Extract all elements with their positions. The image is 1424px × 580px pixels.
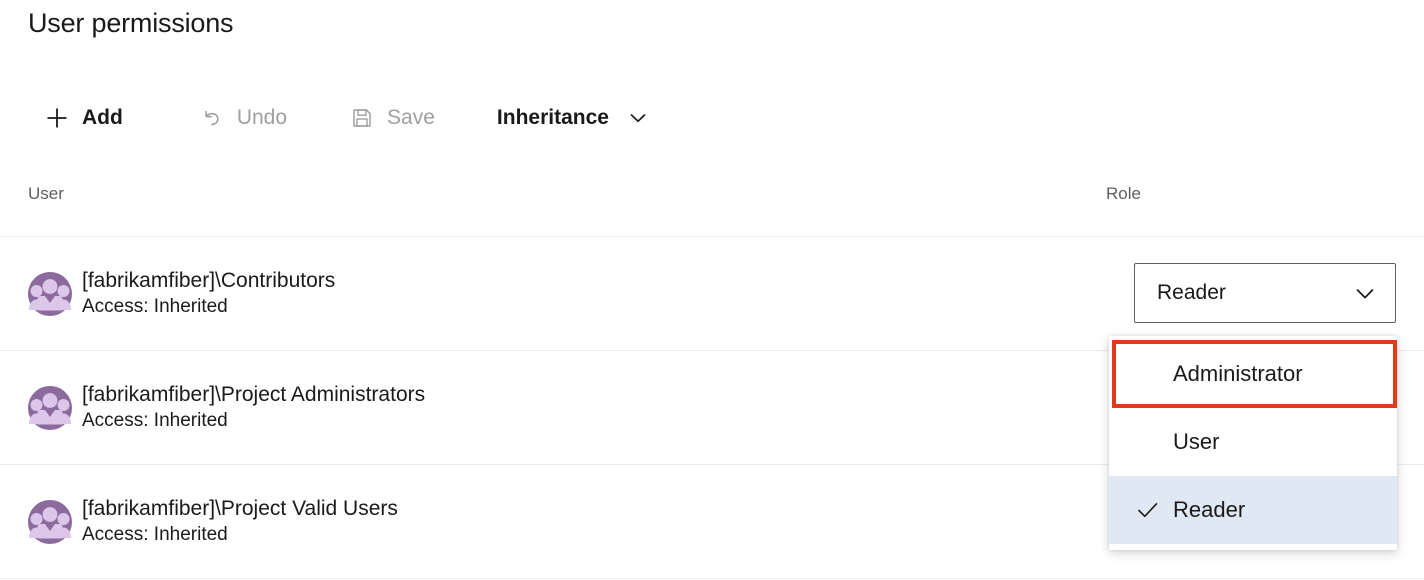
user-text-block: [fabrikamfiber]\Project Administrators A…: [82, 381, 425, 434]
user-access: Access: Inherited: [82, 524, 228, 545]
user-text-block: [fabrikamfiber]\Project Valid Users Acce…: [82, 495, 398, 548]
user-access: Access: Inherited: [82, 410, 228, 431]
table-header-row: User Role: [0, 172, 1424, 236]
undo-button[interactable]: Undo: [199, 96, 287, 140]
save-button-label: Save: [387, 106, 435, 129]
column-header-user: User: [28, 184, 64, 203]
user-name: [fabrikamfiber]\Contributors: [82, 269, 336, 292]
checkmark-icon: [1135, 497, 1173, 523]
dropdown-option-user[interactable]: User: [1109, 408, 1397, 476]
page-title: User permissions: [28, 8, 234, 38]
dropdown-option-label: Administrator: [1173, 361, 1303, 386]
chevron-down-icon: [1353, 281, 1377, 305]
inheritance-menu-button[interactable]: Inheritance: [497, 96, 649, 140]
floppy-disk-icon: [349, 105, 375, 131]
group-avatar-icon: [28, 499, 72, 544]
add-button[interactable]: Add: [44, 96, 123, 140]
save-button[interactable]: Save: [349, 96, 435, 140]
undo-arrow-icon: [199, 105, 225, 131]
user-access: Access: Inherited: [82, 296, 228, 317]
role-dropdown-combobox[interactable]: Reader: [1134, 263, 1396, 323]
command-bar: Add Undo Save Inheritance: [44, 96, 649, 140]
dropdown-option-administrator[interactable]: Administrator: [1109, 340, 1397, 408]
group-avatar-icon: [28, 385, 72, 430]
add-button-label: Add: [82, 106, 123, 129]
user-cell: [fabrikamfiber]\Project Valid Users Acce…: [0, 495, 1106, 548]
inheritance-menu-label: Inheritance: [496, 106, 609, 129]
user-name: [fabrikamfiber]\Project Valid Users: [82, 497, 398, 520]
row-divider: [0, 578, 1424, 579]
plus-icon: [44, 105, 70, 131]
role-dropdown-value: Reader: [1157, 281, 1226, 304]
chevron-down-icon: [627, 107, 649, 129]
group-avatar-icon: [28, 271, 72, 316]
dropdown-option-label: User: [1173, 429, 1220, 454]
column-header-role: Role: [1106, 184, 1141, 203]
dropdown-option-reader[interactable]: Reader: [1109, 476, 1397, 544]
user-cell: [fabrikamfiber]\Project Administrators A…: [0, 381, 1106, 434]
user-cell: [fabrikamfiber]\Contributors Access: Inh…: [0, 267, 1106, 320]
dropdown-option-label: Reader: [1173, 497, 1246, 522]
user-name: [fabrikamfiber]\Project Administrators: [82, 383, 426, 406]
user-text-block: [fabrikamfiber]\Contributors Access: Inh…: [82, 267, 335, 320]
role-dropdown-panel: Administrator User Reader: [1109, 336, 1397, 550]
undo-button-label: Undo: [236, 106, 288, 129]
